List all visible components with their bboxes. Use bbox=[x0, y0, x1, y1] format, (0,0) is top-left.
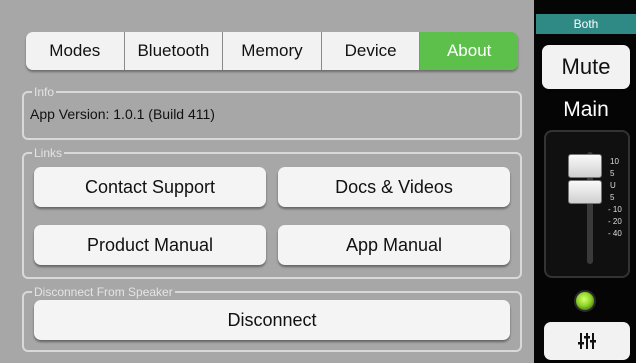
info-group: Info App Version: 1.0.1 (Build 411) bbox=[22, 86, 522, 140]
disconnect-legend: Disconnect From Speaker bbox=[34, 285, 173, 299]
mode-indicator[interactable]: Both bbox=[536, 14, 636, 34]
scale-label: - 10 bbox=[608, 205, 622, 214]
mute-button[interactable]: Mute bbox=[542, 45, 630, 89]
scale-label: - 40 bbox=[608, 229, 622, 238]
scale-label: 10 bbox=[610, 157, 619, 166]
links-legend: Links bbox=[34, 146, 63, 160]
scale-label: U bbox=[610, 181, 616, 190]
signal-led bbox=[574, 290, 596, 312]
main-panel: Modes Bluetooth Memory Device About Info… bbox=[0, 0, 534, 363]
tab-memory[interactable]: Memory bbox=[223, 32, 322, 70]
app-version-text: App Version: 1.0.1 (Build 411) bbox=[30, 106, 215, 122]
fader-handle-secondary[interactable] bbox=[568, 180, 602, 204]
info-legend: Info bbox=[34, 85, 55, 99]
tab-bluetooth[interactable]: Bluetooth bbox=[124, 32, 224, 70]
channel-name: Main bbox=[563, 98, 609, 121]
tab-device[interactable]: Device bbox=[321, 32, 421, 70]
mixer-sliders-icon bbox=[578, 333, 596, 349]
tab-about[interactable]: About bbox=[420, 32, 518, 70]
scale-label: 5 bbox=[610, 193, 615, 202]
contact-support-button[interactable]: Contact Support bbox=[34, 167, 266, 207]
scale-label: - 20 bbox=[608, 217, 622, 226]
tab-bar: Modes Bluetooth Memory Device About bbox=[26, 32, 518, 70]
scale-label: 5 bbox=[610, 169, 615, 178]
app-manual-button[interactable]: App Manual bbox=[278, 225, 510, 265]
product-manual-button[interactable]: Product Manual bbox=[34, 225, 266, 265]
docs-videos-button[interactable]: Docs & Videos bbox=[278, 167, 510, 207]
fader-handle[interactable] bbox=[568, 154, 602, 178]
tab-modes[interactable]: Modes bbox=[26, 32, 125, 70]
disconnect-button[interactable]: Disconnect bbox=[34, 300, 510, 340]
mixer-button[interactable] bbox=[544, 322, 630, 360]
fader-panel: 10 5 U 5 - 10 - 20 - 40 bbox=[544, 130, 630, 278]
